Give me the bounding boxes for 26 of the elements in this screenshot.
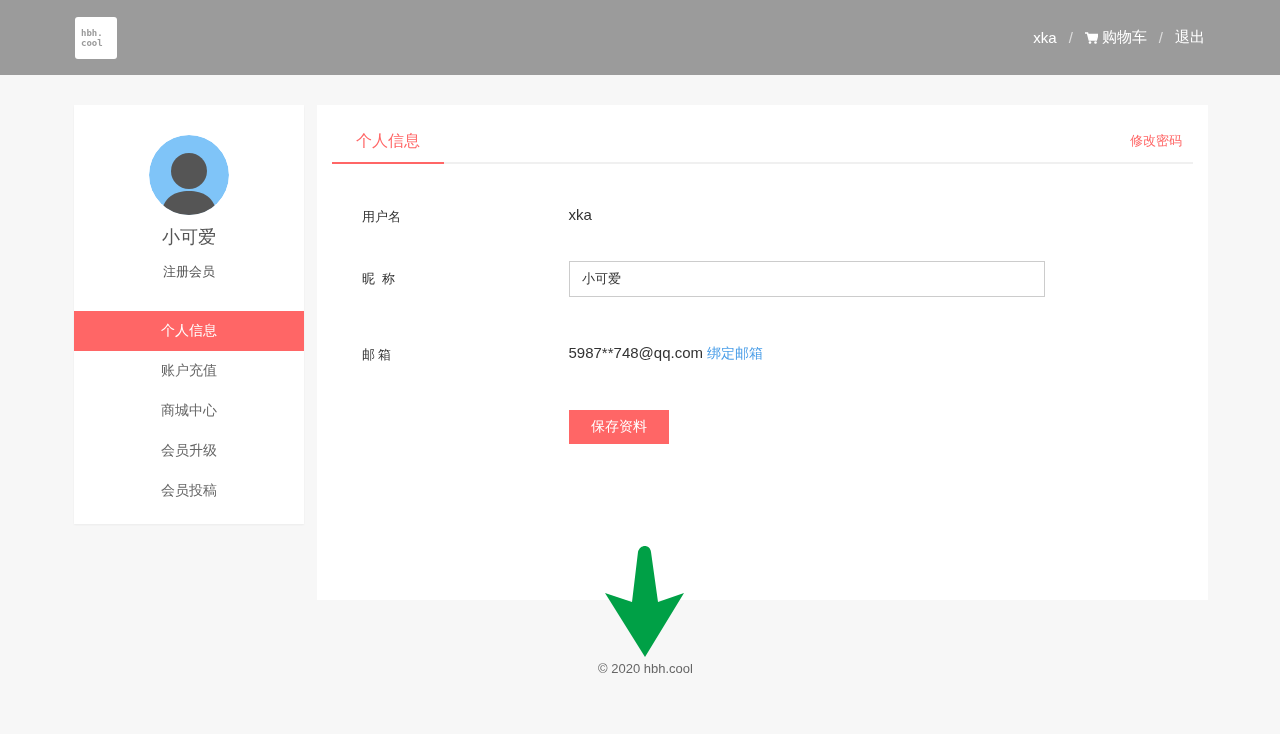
cart-link[interactable]: 购物车 — [1084, 28, 1147, 47]
cart-icon — [1084, 31, 1098, 44]
sidebar-menu-item[interactable]: 账户充值 — [73, 351, 304, 391]
save-button[interactable]: 保存资料 — [568, 410, 669, 444]
tab[interactable]: 个人信息 — [331, 120, 444, 164]
sidebar-menu-item[interactable]: 个人信息 — [73, 311, 304, 351]
copyright-text: © 2020 hbh.cool — [598, 661, 693, 676]
member-level: 注册会员 — [162, 263, 215, 281]
sidebar-menu-item[interactable]: 会员升级 — [73, 431, 304, 471]
logout-link[interactable]: 退出 — [1175, 28, 1205, 47]
email-value: 5987**748@qq.com — [568, 344, 703, 361]
bind-email-link[interactable]: 绑定邮箱 — [707, 345, 764, 361]
username-value: xka — [568, 205, 593, 223]
username-link[interactable]: xka — [1033, 29, 1057, 46]
nickname-field[interactable]: 小可爱 — [568, 261, 1045, 297]
change-password-link[interactable]: 修改密码 — [1129, 132, 1182, 150]
avatar-icon — [148, 135, 229, 215]
user-nickname: 小可爱 — [161, 226, 216, 249]
logo[interactable]: hbh. cool — [75, 16, 117, 59]
sidebar-menu-item[interactable]: 会员投稿 — [73, 471, 304, 511]
field-label: 用户名 — [361, 208, 402, 226]
field-label: 昵 称 — [361, 270, 396, 288]
sidebar-menu-item[interactable]: 商城中心 — [73, 391, 304, 431]
breadcrumb-separator: / — [1158, 29, 1163, 46]
breadcrumb-separator: / — [1068, 29, 1073, 46]
field-label: 邮 箱 — [361, 346, 393, 364]
